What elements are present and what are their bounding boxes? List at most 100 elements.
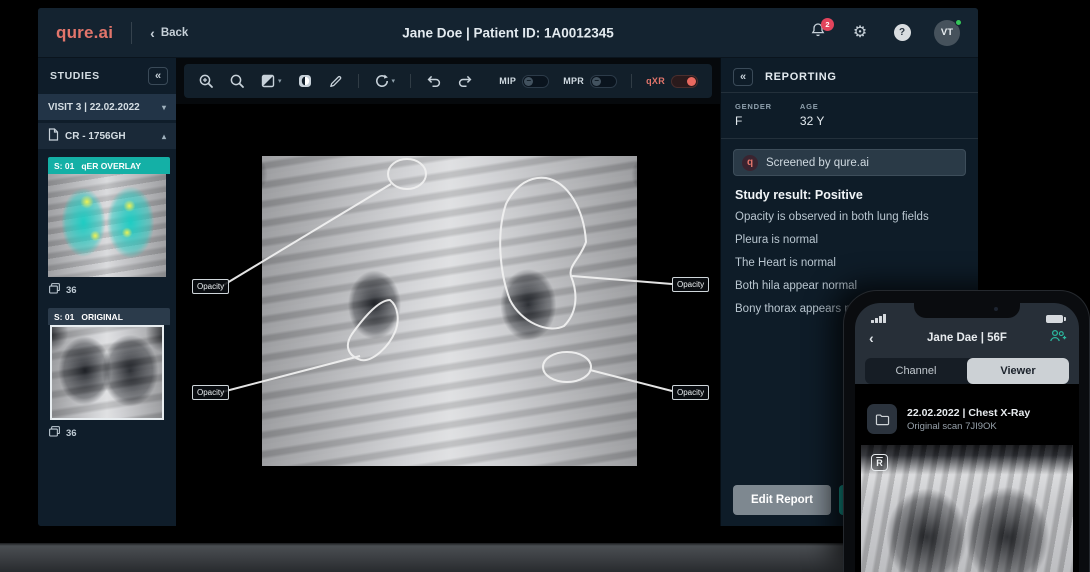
reporting-header: « REPORTING	[721, 62, 978, 92]
studies-title: STUDIES	[50, 70, 100, 82]
search-button[interactable]	[229, 73, 245, 89]
stage: qure.ai ‹ Back Jane Doe | Patient ID: 1A…	[0, 0, 1090, 572]
edit-report-button[interactable]: Edit Report	[733, 485, 831, 515]
phone-xray-image[interactable]: R	[861, 445, 1073, 572]
scan-item-subtitle: Original scan 7JI9OK	[907, 420, 997, 432]
search-icon	[229, 73, 245, 89]
document-icon	[48, 128, 59, 144]
thumbnail-header: S: 01 qER OVERLAY	[48, 157, 170, 174]
topbar-divider	[131, 21, 133, 44]
collapse-reporting-button[interactable]: «	[733, 68, 753, 86]
invert-button[interactable]	[297, 73, 313, 89]
phone-back-button[interactable]: ‹	[869, 331, 874, 345]
notifications-button[interactable]: 2	[808, 17, 834, 43]
back-button[interactable]: ‹ Back	[150, 26, 188, 40]
top-bar: qure.ai ‹ Back Jane Doe | Patient ID: 1A…	[38, 8, 978, 58]
age-value: 32 Y	[799, 114, 825, 128]
user-avatar[interactable]: VT	[934, 18, 962, 46]
visit-label: VISIT 3 | 22.02.2022	[48, 101, 140, 113]
undo-button[interactable]	[426, 74, 442, 88]
help-button[interactable]: ?	[892, 23, 912, 43]
gear-icon: ⚙	[852, 23, 868, 41]
qure-logo: qure.ai	[56, 22, 114, 42]
phone-share-button[interactable]	[1049, 328, 1067, 348]
toolbar-divider	[631, 74, 633, 88]
chevron-up-icon: ▴	[161, 131, 166, 141]
patient-demographics: GENDER F AGE 32 Y	[721, 93, 978, 138]
tab-viewer[interactable]: Viewer	[967, 358, 1069, 384]
mip-label: MIP	[499, 76, 517, 86]
settings-button[interactable]: ⚙	[850, 23, 870, 43]
phone-patient-title: Jane Dae | 56F	[927, 332, 1007, 344]
screened-by-text: Screened by qure.ai	[766, 156, 869, 169]
original-image[interactable]	[50, 325, 164, 420]
gender-label: GENDER	[735, 102, 772, 111]
stack-icon	[48, 425, 61, 441]
age-label: AGE	[799, 102, 819, 111]
opacity-annotation-label[interactable]: Opacity	[192, 385, 230, 400]
divider	[721, 138, 978, 139]
pencil-icon	[328, 74, 343, 89]
windowing-icon	[260, 73, 276, 89]
visit-row[interactable]: VISIT 3 | 22.02.2022 ▾	[38, 94, 176, 120]
chest-xray-image[interactable]	[262, 156, 637, 466]
qxr-toggle-group: qXR	[646, 74, 698, 88]
rotate-icon	[374, 73, 390, 89]
invert-icon	[297, 73, 313, 89]
main-area: STUDIES « VISIT 3 | 22.02.2022 ▾ CR - 17…	[38, 58, 978, 526]
qer-overlay-image[interactable]	[48, 174, 166, 277]
finding-item: Opacity is observed in both lung fields	[735, 211, 929, 223]
phone-screen: ‹ Jane Dae | 56F Channel Viewer 22.02.20…	[855, 303, 1079, 572]
tab-channel[interactable]: Channel	[865, 358, 967, 384]
redo-button[interactable]	[457, 74, 473, 88]
zoom-in-icon	[198, 73, 214, 89]
battery-icon	[1046, 315, 1066, 323]
xray-canvas[interactable]: Opacity Opacity Opacity Opacity	[176, 104, 720, 526]
mip-toggle[interactable]: −	[522, 74, 550, 88]
image-count: 36	[66, 284, 77, 296]
finding-item: The Heart is normal	[735, 256, 836, 269]
collapse-sidebar-button[interactable]: «	[148, 67, 168, 85]
person-add-icon	[1049, 328, 1067, 348]
patient-title: Jane Doe | Patient ID: 1A0012345	[402, 25, 614, 40]
chevron-left-icon: ‹	[150, 24, 155, 41]
series-row[interactable]: CR - 1756GH ▴	[38, 123, 176, 149]
orientation-marker: R	[871, 454, 888, 471]
phone-tab-bar: Channel Viewer	[865, 358, 1069, 384]
folder-icon	[867, 404, 897, 434]
avatar-initials: VT	[940, 27, 954, 38]
topbar-actions: 2 ⚙ ? VT	[808, 17, 962, 46]
rotate-button[interactable]: ▾	[374, 73, 396, 89]
toggle-knob: −	[524, 76, 534, 86]
windowing-button[interactable]: ▾	[260, 73, 282, 89]
thumbnail-original[interactable]: S: 01 ORIGINAL 36	[48, 308, 170, 441]
stack-icon	[48, 282, 61, 298]
phone-notch	[913, 303, 1020, 318]
qxr-toggle[interactable]	[671, 74, 698, 88]
opacity-annotation-label[interactable]: Opacity	[672, 385, 710, 400]
opacity-annotation-label[interactable]: Opacity	[672, 277, 710, 292]
scan-item-title: 22.02.2022 | Chest X-Ray	[907, 406, 1031, 419]
thumbnail-list: S: 01 qER OVERLAY 36 S: 01 ORIGINAL 36	[38, 149, 176, 451]
chevron-down-icon: ▾	[391, 78, 396, 85]
qure-q-icon: q	[742, 154, 758, 171]
mip-toggle-group: MIP −	[499, 74, 550, 88]
thumbnail-footer: 36	[48, 282, 170, 298]
phone-mockup: ‹ Jane Dae | 56F Channel Viewer 22.02.20…	[843, 290, 1090, 572]
mpr-toggle-group: MPR −	[563, 74, 618, 88]
mpr-toggle[interactable]: −	[590, 74, 618, 88]
scan-list-item[interactable]: 22.02.2022 | Chest X-Ray Original scan 7…	[855, 394, 1079, 443]
online-status-dot	[955, 18, 962, 26]
image-viewer: ▾ ▾ MIP − MPR − qXR Opacity Opacity Opac…	[176, 58, 720, 526]
annotate-button[interactable]	[328, 74, 343, 89]
studies-header: STUDIES «	[38, 62, 176, 90]
viewer-toolbar: ▾ ▾ MIP − MPR − qXR	[184, 64, 712, 98]
mpr-label: MPR	[563, 76, 585, 86]
zoom-in-button[interactable]	[198, 73, 214, 89]
image-count: 36	[66, 427, 77, 439]
help-icon: ?	[893, 24, 911, 41]
study-result: Study result: Positive	[735, 188, 863, 202]
thumbnail-label: ORIGINAL	[81, 311, 123, 322]
thumbnail-qer-overlay[interactable]: S: 01 qER OVERLAY 36	[48, 157, 170, 298]
opacity-annotation-label[interactable]: Opacity	[192, 279, 230, 294]
